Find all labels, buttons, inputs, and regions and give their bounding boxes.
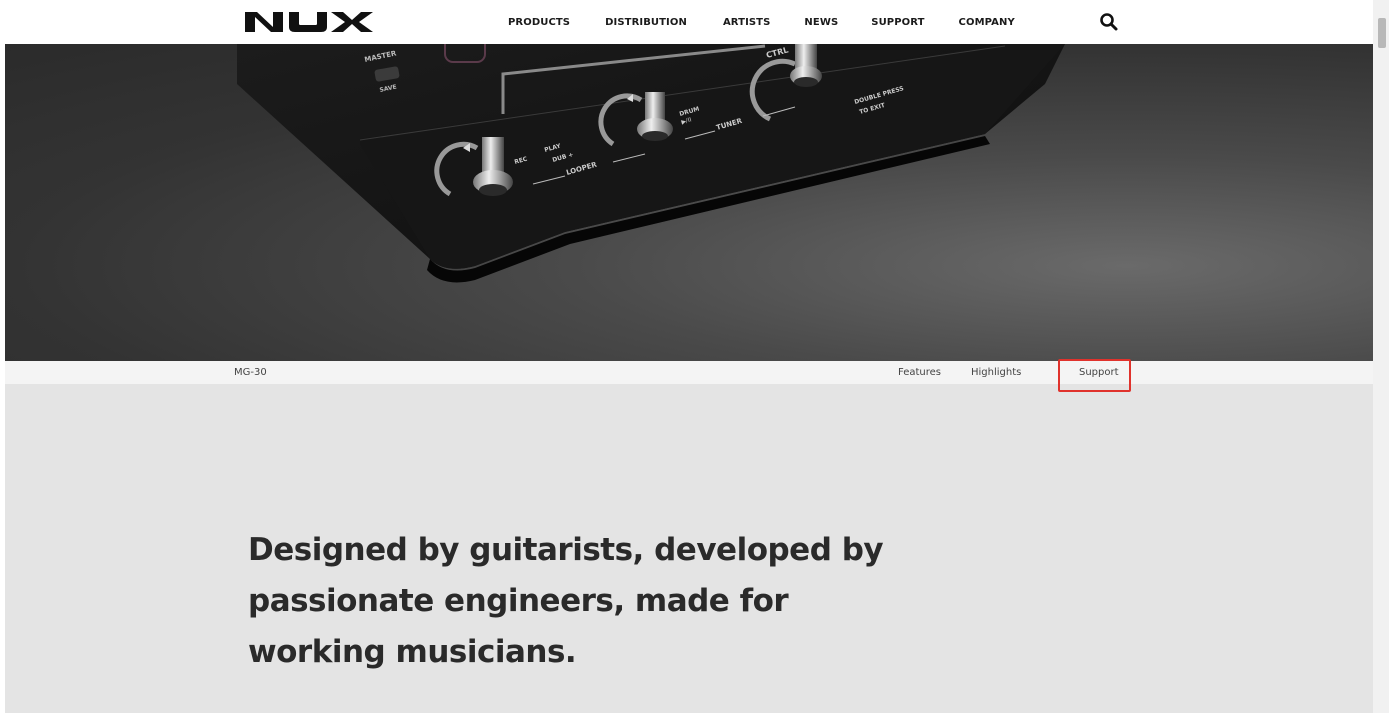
- search-icon[interactable]: [1099, 12, 1119, 32]
- mg30-device-illustration: MASTER SAVE CTRL DOUBLE PRESS TO EXIT DR…: [237, 44, 1065, 283]
- intro-section: Designed by guitarists, developed by pas…: [5, 384, 1373, 713]
- nav-products[interactable]: PRODUCTS: [508, 17, 570, 28]
- product-name: MG-30: [234, 367, 267, 378]
- nav-artists[interactable]: ARTISTS: [723, 17, 770, 28]
- top-navigation-bar: PRODUCTS DISTRIBUTION ARTISTS NEWS SUPPO…: [0, 0, 1373, 44]
- subnav-features[interactable]: Features: [898, 367, 941, 378]
- nux-logo[interactable]: [243, 10, 375, 34]
- headline-line-3: working musicians.: [248, 634, 577, 670]
- product-subnav: MG-30 Features Highlights Support: [5, 361, 1373, 384]
- page-left-edge: [0, 44, 5, 713]
- hero-product-image: MASTER SAVE CTRL DOUBLE PRESS TO EXIT DR…: [5, 44, 1373, 361]
- intro-headline: Designed by guitarists, developed by pas…: [248, 525, 888, 678]
- nav-company[interactable]: COMPANY: [959, 17, 1015, 28]
- headline-line-1: Designed by guitarists, developed by: [248, 532, 884, 568]
- subnav-support[interactable]: Support: [1079, 367, 1119, 378]
- nav-news[interactable]: NEWS: [804, 17, 838, 28]
- nav-support[interactable]: SUPPORT: [871, 17, 924, 28]
- headline-line-2: passionate engineers, made for: [248, 583, 789, 619]
- scrollbar-thumb[interactable]: [1378, 18, 1386, 48]
- vertical-scrollbar[interactable]: [1373, 0, 1389, 713]
- nav-distribution[interactable]: DISTRIBUTION: [605, 17, 687, 28]
- main-menu: PRODUCTS DISTRIBUTION ARTISTS NEWS SUPPO…: [508, 0, 1015, 44]
- subnav-highlights[interactable]: Highlights: [971, 367, 1021, 378]
